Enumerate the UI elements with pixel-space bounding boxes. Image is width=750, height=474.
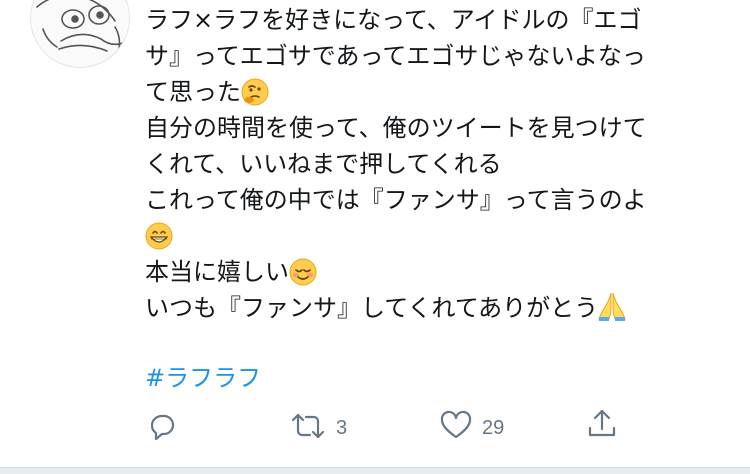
reply-icon xyxy=(146,410,178,446)
tweet-actions: 3 29 xyxy=(0,404,750,452)
tweet-line: サ』ってエゴサであってエゴサじゃないよなっ xyxy=(145,42,646,70)
thinking-face-icon xyxy=(241,78,269,106)
like-button[interactable]: 29 xyxy=(440,410,504,446)
tweet-line: くれて、いいねまで押してくれる xyxy=(145,150,502,178)
tweet-line: 本当に嬉しい xyxy=(145,254,735,290)
tweet-line: いつも『ファンサ』してくれてありがとう xyxy=(145,290,735,326)
retweet-button[interactable]: 3 xyxy=(290,410,347,446)
retweet-icon xyxy=(290,410,326,446)
share-button[interactable] xyxy=(586,408,618,444)
tweet-line: て思った xyxy=(145,74,735,110)
like-count: 29 xyxy=(482,416,505,439)
heart-icon xyxy=(440,410,472,446)
tweet-line: これって俺の中では『ファンサ』って言うのよ xyxy=(145,186,647,214)
reply-button[interactable] xyxy=(146,410,178,446)
grinning-face-icon xyxy=(145,222,173,250)
tweet-line: 自分の時間を使って、俺のツイートを見つけて xyxy=(145,114,647,142)
tweet-line: ラフ×ラフを好きになって、アイドルの『エゴ xyxy=(145,6,642,34)
divider xyxy=(0,467,750,474)
share-icon xyxy=(586,408,618,444)
tweet-text: ラフ×ラフを好きになって、アイドルの『エゴ サ』ってエゴサであってエゴサじゃない… xyxy=(145,2,735,326)
hashtag-link[interactable]: #ラフラフ xyxy=(145,360,261,396)
tweet-line xyxy=(145,218,735,254)
folded-hands-icon xyxy=(598,290,626,321)
avatar[interactable] xyxy=(30,0,130,68)
smiling-face-icon xyxy=(289,258,317,286)
retweet-count: 3 xyxy=(336,416,348,439)
